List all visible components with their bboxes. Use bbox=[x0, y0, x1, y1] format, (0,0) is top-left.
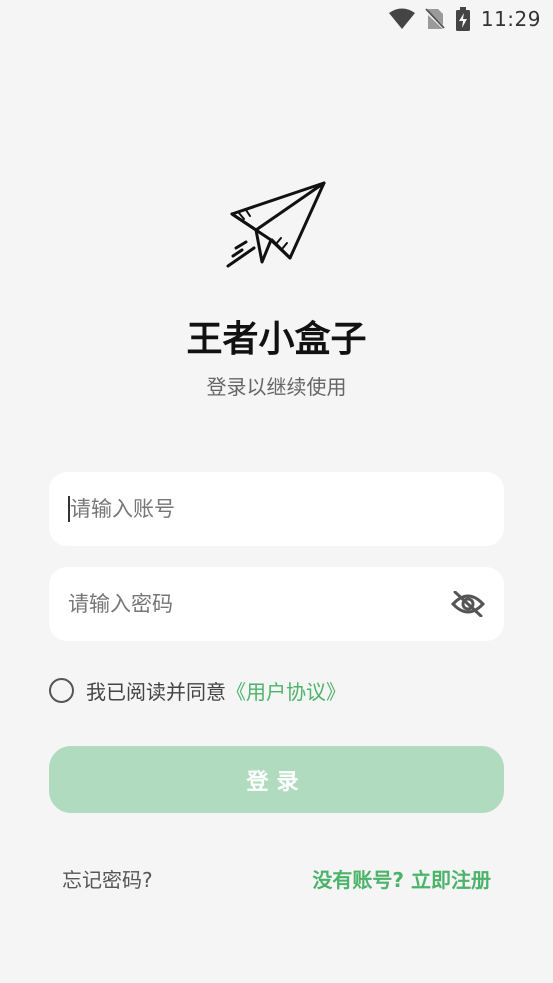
password-input[interactable] bbox=[68, 592, 450, 616]
app-title: 王者小盒子 bbox=[186, 319, 367, 360]
no-sim-icon bbox=[424, 8, 445, 30]
user-agreement-link[interactable]: 《用户协议》 bbox=[226, 680, 346, 704]
password-field[interactable] bbox=[49, 567, 504, 641]
account-input[interactable] bbox=[70, 497, 486, 521]
eye-off-icon[interactable] bbox=[450, 586, 486, 622]
agreement-text: 我已阅读并同意 bbox=[86, 679, 226, 704]
login-button[interactable]: 登录 bbox=[49, 746, 504, 813]
status-time: 11:29 bbox=[480, 7, 541, 31]
forgot-password-link[interactable]: 忘记密码? bbox=[62, 864, 153, 893]
agreement-checkbox[interactable] bbox=[49, 677, 74, 703]
paper-plane-icon bbox=[224, 178, 330, 270]
wifi-icon bbox=[388, 8, 415, 30]
app-subtitle: 登录以继续使用 bbox=[206, 375, 347, 399]
register-link[interactable]: 没有账号? 立即注册 bbox=[312, 864, 491, 893]
account-field[interactable] bbox=[49, 472, 504, 546]
agreement-row: 我已阅读并同意《用户协议》 bbox=[49, 676, 346, 704]
status-bar: 11:29 bbox=[0, 0, 553, 38]
login-screen: 11:29 王者小盒子 登录以继续使用 我已阅读并同意《用户协议》 bbox=[0, 0, 553, 983]
battery-charging-icon bbox=[455, 7, 471, 31]
